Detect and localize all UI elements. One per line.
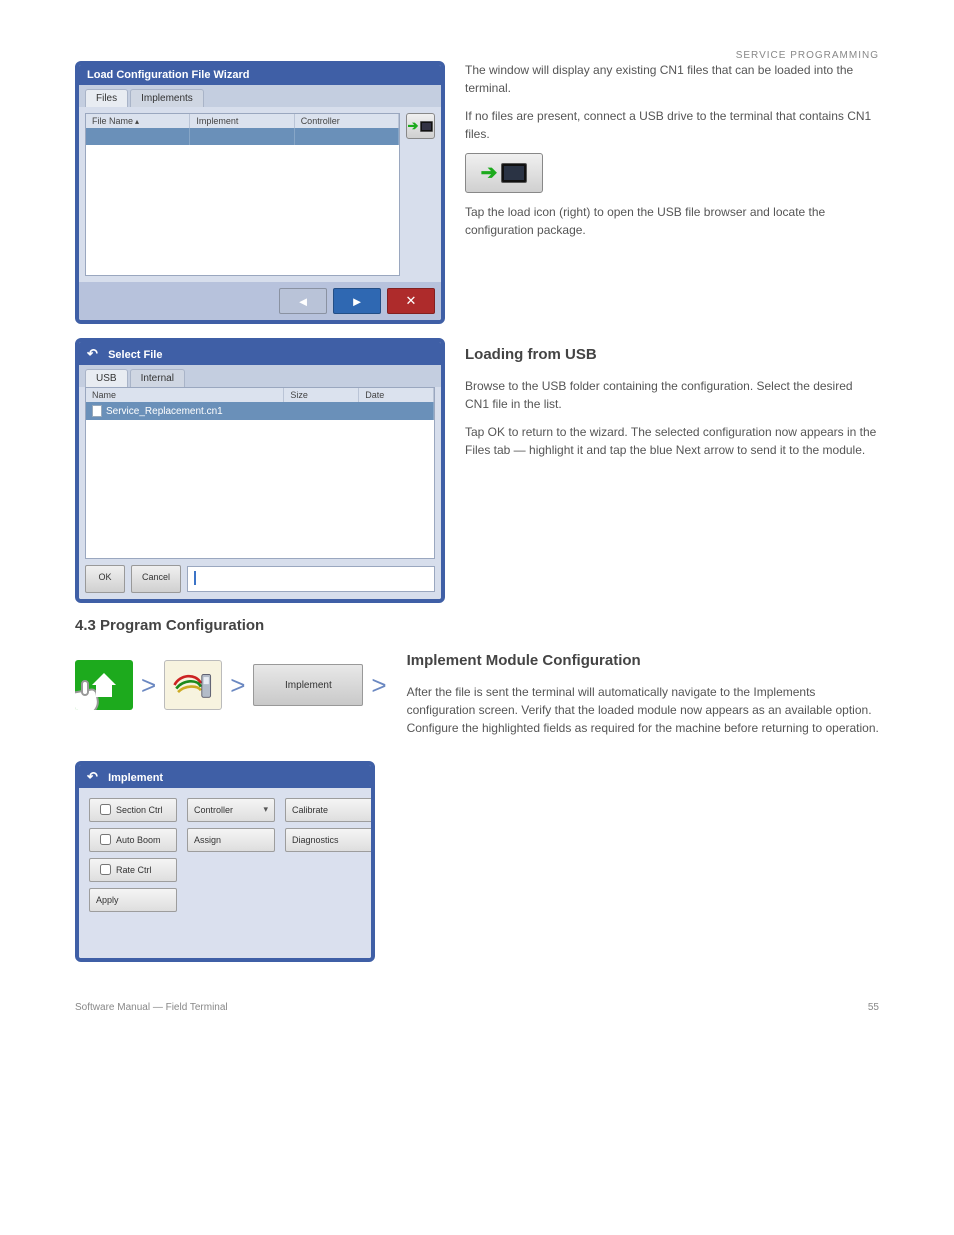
config-dialog: ↶ Implement Section Ctrl Auto Boom Rate … [75, 761, 375, 962]
usb-prose: Loading from USB Browse to the USB folde… [465, 338, 879, 469]
implement-button[interactable]: Implement [253, 664, 363, 706]
wizard-prose: The window will display any existing CN1… [465, 61, 879, 249]
table-row[interactable]: Service_Replacement.cn1 [86, 402, 434, 420]
wizard-dialog: Load Configuration File Wizard Files Imp… [75, 61, 445, 324]
page-footer: Software Manual — Field Terminal 55 [75, 1002, 879, 1013]
tab-internal[interactable]: Internal [130, 369, 185, 387]
arrow-right-icon: ➔ [408, 118, 419, 134]
assign-button[interactable]: Assign [187, 828, 275, 852]
checkbox-auto-boom[interactable]: Auto Boom [89, 828, 177, 852]
col-name[interactable]: Name [86, 388, 284, 402]
sort-caret-icon: ▴ [135, 117, 139, 126]
wizard-file-table: File Name▴ Implement Controller [85, 113, 400, 276]
screen-icon [501, 163, 527, 183]
home-icon [92, 673, 116, 685]
col-controller[interactable]: Controller [295, 114, 399, 128]
config-title: ↶ Implement [79, 765, 371, 788]
controller-select[interactable]: Controller [187, 798, 275, 822]
breadcrumb: > > Implement > [75, 660, 387, 710]
usb-file-table: Name Size Date Service_Replacement.cn1 [85, 387, 435, 559]
chevron-right-icon: > [230, 670, 245, 701]
wizard-cancel-button[interactable]: ✕ [387, 288, 435, 314]
load-from-usb-button[interactable]: ➔ [406, 113, 435, 139]
col-date[interactable]: Date [359, 388, 434, 402]
wizard-title: Load Configuration File Wizard [79, 65, 441, 85]
tab-implements[interactable]: Implements [130, 89, 204, 107]
section-title: 4.3 Program Configuration [75, 617, 879, 634]
path-input[interactable] [187, 566, 435, 592]
implement-icon [171, 667, 215, 703]
apply-button[interactable]: Apply [89, 888, 177, 912]
chevron-right-icon: > [141, 670, 156, 701]
cfg-prose: Implement Module Configuration After the… [407, 644, 879, 747]
table-row[interactable] [86, 128, 399, 145]
back-arrow-icon[interactable]: ↶ [87, 769, 101, 781]
calibrate-button[interactable]: Calibrate [285, 798, 373, 822]
document-icon [92, 405, 102, 417]
usb-browser-dialog: ↶ Select File USB Internal Name Size Dat… [75, 338, 445, 603]
diagnostics-button[interactable]: Diagnostics [285, 828, 373, 852]
col-filename[interactable]: File Name▴ [86, 114, 190, 128]
tab-usb[interactable]: USB [85, 369, 128, 387]
col-size[interactable]: Size [284, 388, 359, 402]
usb-title: ↶ Select File [79, 342, 441, 365]
home-tile[interactable] [75, 660, 133, 710]
wizard-tabs: Files Implements [79, 85, 441, 107]
chevron-right-icon: > [371, 670, 386, 701]
wizard-prev-button[interactable]: ◄ [279, 288, 327, 314]
checkbox-rate-ctrl[interactable]: Rate Ctrl [89, 858, 177, 882]
section-header: SERVICE PROGRAMMING [75, 50, 879, 61]
ok-button[interactable]: OK [85, 565, 125, 593]
back-arrow-icon[interactable]: ↶ [87, 346, 101, 358]
wizard-footer: ◄ ► ✕ [79, 282, 441, 320]
tab-files[interactable]: Files [85, 89, 128, 107]
col-implement[interactable]: Implement [190, 114, 294, 128]
screen-icon [420, 121, 433, 132]
cancel-button[interactable]: Cancel [131, 565, 181, 593]
arrow-right-icon: ➔ [481, 158, 498, 188]
implement-tile[interactable] [164, 660, 222, 710]
wizard-next-button[interactable]: ► [333, 288, 381, 314]
checkbox-section-ctrl[interactable]: Section Ctrl [89, 798, 177, 822]
load-from-usb-button-large[interactable]: ➔ [465, 153, 543, 193]
text-cursor-icon [194, 571, 196, 585]
